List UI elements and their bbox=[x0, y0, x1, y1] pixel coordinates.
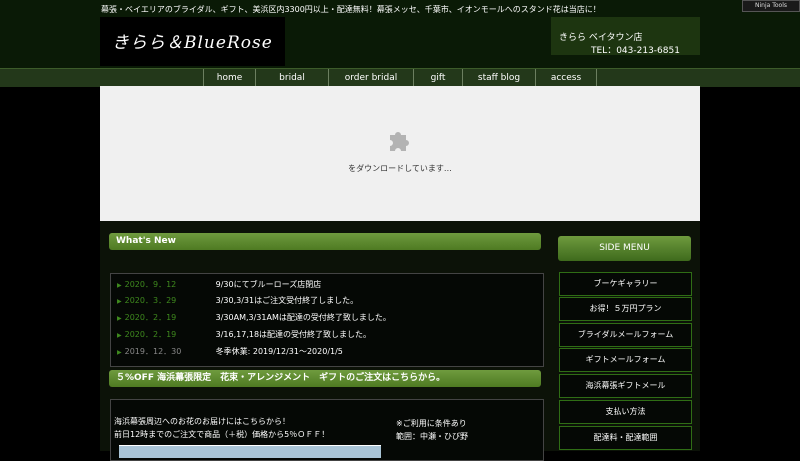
news-text: 3/16,17,18は配達の受付終了致しました。 bbox=[215, 330, 372, 339]
bullet-arrow-icon: ▶ bbox=[117, 315, 122, 322]
side-menu-gift-form[interactable]: ギフトメールフォーム bbox=[559, 348, 692, 372]
promo-line-2: 前日12時までのご注文で商品（＋税）価格から5％ＯＦＦ！ bbox=[114, 430, 330, 439]
news-date: 2020．9．12 bbox=[124, 280, 177, 289]
nav-order-bridal[interactable]: order bridal bbox=[328, 69, 413, 87]
bullet-arrow-icon: ▶ bbox=[117, 332, 122, 339]
news-date: 2020．3．29 bbox=[124, 296, 177, 305]
news-date: 2020．2．19 bbox=[124, 313, 177, 322]
nav-bridal[interactable]: bridal bbox=[255, 69, 328, 87]
news-text: 3/30,3/31はご注文受付終了しました。 bbox=[215, 296, 359, 305]
bullet-arrow-icon: ▶ bbox=[117, 349, 122, 356]
news-item[interactable]: ▶ 2020．2．19 3/30AM,3/31AMは配達の受付終了致しました。 bbox=[117, 311, 391, 325]
main-content: What's New ▶ 2020．9．12 9/30にてブルーローズ店閉店 ▶ 20… bbox=[100, 221, 700, 461]
bullet-arrow-icon: ▶ bbox=[117, 298, 122, 305]
side-menu-payment[interactable]: 支払い方法 bbox=[559, 400, 692, 424]
plugin-placeholder[interactable]: をダウンロードしています… bbox=[100, 86, 700, 221]
promo-note-range: 範囲：中瀬・ひび野 bbox=[396, 432, 468, 441]
side-menu-delivery[interactable]: 配達料・配達範囲 bbox=[559, 426, 692, 450]
site-logo[interactable]: きらら＆BlueRose bbox=[100, 17, 285, 66]
promo-image[interactable] bbox=[119, 445, 381, 458]
side-menu-50k-plan[interactable]: お得！５万円プラン bbox=[559, 297, 692, 321]
side-menu-bouquet-gallery[interactable]: ブーケギャラリー bbox=[559, 272, 692, 296]
news-item[interactable]: ▶ 2020．3．29 3/30,3/31はご注文受付終了しました。 bbox=[117, 294, 358, 308]
puzzle-piece-icon bbox=[390, 132, 409, 151]
promo-heading[interactable]: ５%OFF 海浜幕張限定 花束・アレンジメント ギフトのご注文はこちらから。 bbox=[109, 370, 541, 387]
whats-new-heading: What's New bbox=[109, 233, 541, 250]
plugin-loading-message: をダウンロードしています… bbox=[348, 164, 452, 173]
side-menu-makuhari-gift-mail[interactable]: 海浜幕張ギフトメール bbox=[559, 374, 692, 398]
news-list: ▶ 2020．9．12 9/30にてブルーローズ店閉店 ▶ 2020．3．29 3/30… bbox=[110, 273, 544, 367]
bullet-arrow-icon: ▶ bbox=[117, 282, 122, 289]
news-text: 3/30AM,3/31AMは配達の受付終了致しました。 bbox=[215, 313, 391, 322]
news-item[interactable]: ▶ 2019．12．30 冬季休業: 2019/12/31～2020/1/5 bbox=[117, 345, 343, 359]
promo-box: 海浜幕張周辺へのお花のお届けにはこちらから！ 前日12時までのご注文で商品（＋税… bbox=[110, 399, 544, 461]
shop-phone: TEL：043-213-6851 bbox=[591, 46, 680, 56]
news-text: 冬季休業: 2019/12/31～2020/1/5 bbox=[215, 347, 343, 356]
promo-line-1: 海浜幕張周辺へのお花のお届けにはこちらから！ bbox=[114, 417, 290, 426]
news-item[interactable]: ▶ 2020．2．19 3/16,17,18は配達の受付終了致しました。 bbox=[117, 328, 371, 342]
side-menu-bridal-form[interactable]: ブライダルメールフォーム bbox=[559, 323, 692, 347]
site-header: 幕張・ベイエリアのブライダル、ギフト、美浜区内3300円以上・配達無料！幕張メッ… bbox=[0, 0, 800, 68]
nav-gift[interactable]: gift bbox=[413, 69, 462, 87]
news-text: 9/30にてブルーローズ店閉店 bbox=[215, 280, 322, 289]
site-tagline: 幕張・ベイエリアのブライダル、ギフト、美浜区内3300円以上・配達無料！幕張メッ… bbox=[101, 5, 601, 14]
ninja-tools-badge[interactable]: Ninja Tools bbox=[742, 0, 800, 12]
shop-name: きらら ベイタウン店 bbox=[559, 33, 643, 43]
side-menu-heading: SIDE MENU bbox=[558, 236, 691, 261]
main-nav: home bridal order bridal gift staff blog… bbox=[0, 68, 800, 87]
news-date: 2020．2．19 bbox=[124, 330, 177, 339]
nav-access[interactable]: access bbox=[535, 69, 597, 87]
nav-home[interactable]: home bbox=[203, 69, 255, 87]
nav-staff-blog[interactable]: staff blog bbox=[462, 69, 535, 87]
news-date: 2019．12．30 bbox=[124, 347, 182, 356]
promo-note-conditions: ※ご利用に条件あり bbox=[396, 419, 467, 428]
news-item[interactable]: ▶ 2020．9．12 9/30にてブルーローズ店閉店 bbox=[117, 278, 321, 292]
shop-info: きらら ベイタウン店 TEL：043-213-6851 bbox=[551, 17, 700, 56]
logo-text: きらら＆BlueRose bbox=[112, 33, 273, 53]
